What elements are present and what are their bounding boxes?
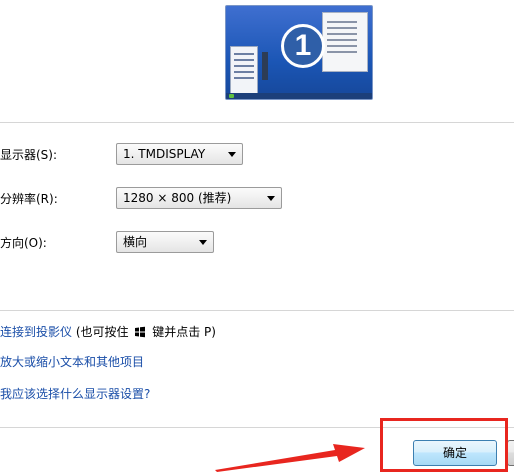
preview-slab [262, 52, 268, 80]
monitor-number-badge: 1 [281, 24, 325, 68]
display-label: 显示器(S): [0, 148, 58, 162]
preview-taskbar [226, 93, 372, 99]
orientation-label: 方向(O): [0, 236, 47, 250]
divider-middle [0, 310, 514, 311]
display-select[interactable]: 1. TMDISPLAY [116, 143, 243, 165]
resolution-select[interactable]: 1280 × 800 (推荐) [116, 187, 282, 209]
resolution-label: 分辨率(R): [0, 192, 58, 206]
resolution-select-value: 1280 × 800 (推荐) [123, 191, 232, 205]
projector-link-row: 连接到投影仪 (也可按住 键并点击 P) [0, 323, 216, 341]
windows-logo-icon [135, 326, 146, 338]
cancel-button-edge[interactable] [507, 440, 514, 466]
projector-hint-before: (也可按住 [75, 325, 129, 339]
display-select-value: 1. TMDISPLAY [123, 147, 206, 161]
orientation-select[interactable]: 横向 [116, 231, 214, 253]
dropdown-arrow-icon [199, 240, 207, 245]
dropdown-arrow-icon [228, 152, 236, 157]
divider-top [0, 122, 514, 123]
monitor-preview[interactable]: 1 [225, 5, 373, 100]
projector-hint-after: 键并点击 P) [152, 325, 216, 339]
which-settings-link[interactable]: 我应该选择什么显示器设置? [0, 385, 150, 403]
preview-window-right [322, 12, 368, 72]
highlight-box [380, 418, 508, 472]
text-size-link[interactable]: 放大或缩小文本和其他项目 [0, 353, 144, 371]
preview-start-icon [229, 94, 234, 98]
preview-window-left [230, 46, 258, 94]
orientation-select-value: 横向 [123, 235, 148, 249]
projector-link[interactable]: 连接到投影仪 [0, 325, 72, 339]
arrow-annotation-icon [215, 444, 365, 472]
dropdown-arrow-icon [267, 196, 275, 201]
